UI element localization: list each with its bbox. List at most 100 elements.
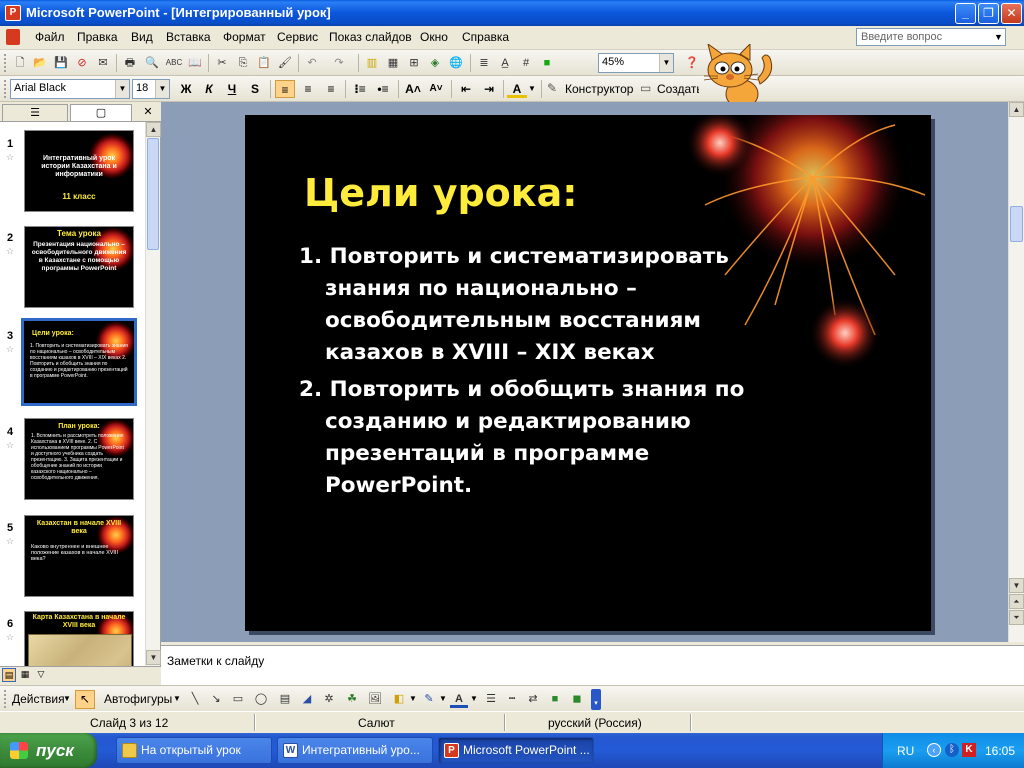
oval-icon[interactable]: ◯ — [252, 690, 270, 708]
undo-icon[interactable]: ↶ — [303, 54, 321, 72]
toolbar-grip[interactable] — [4, 80, 7, 98]
menu-insert[interactable]: Вставка — [166, 30, 211, 44]
align-left-icon[interactable]: ≡ — [275, 80, 295, 98]
toolbar-options-icon[interactable]: ▾ — [591, 689, 601, 710]
grid-icon[interactable]: # — [517, 54, 535, 72]
open-icon[interactable]: 📂 — [31, 54, 49, 72]
show-formatting-icon[interactable]: A̲ — [496, 54, 514, 72]
task-folder[interactable]: На открытый урок — [116, 737, 272, 764]
zoom-combo[interactable]: 45% ▼ — [598, 53, 674, 73]
actions-menu[interactable]: Действия — [12, 692, 65, 706]
slide-thumbnail-2[interactable]: Тема урока Презентация национально – осв… — [24, 226, 134, 308]
slide-title[interactable]: Цели урока: — [304, 171, 577, 215]
ask-dropdown-arrow[interactable]: ▼ — [992, 29, 1005, 45]
scroll-up-icon[interactable]: ▲ — [1009, 102, 1024, 117]
line-icon[interactable]: ╲ — [186, 690, 204, 708]
slide-bullet-2[interactable]: 2. Повторить и обобщить знания по создан… — [299, 374, 859, 502]
bullets-icon[interactable]: •≡ — [373, 80, 393, 98]
scroll-thumb[interactable] — [1010, 206, 1023, 242]
scroll-down-icon[interactable]: ▼ — [1009, 578, 1024, 593]
clock[interactable]: 16:05 — [985, 744, 1015, 758]
menu-edit[interactable]: Правка — [77, 30, 118, 44]
bold-button[interactable]: Ж — [176, 80, 196, 98]
chevron-down-icon[interactable]: ▼ — [115, 80, 129, 98]
font-combo[interactable]: Arial Black ▼ — [10, 79, 130, 99]
menu-help[interactable]: Справка — [462, 30, 509, 44]
chevron-down-icon[interactable]: ▼ — [659, 54, 673, 72]
font-color-icon[interactable]: A — [450, 690, 468, 708]
notes-pane[interactable]: Заметки к слайду — [161, 645, 1024, 685]
spelling-icon[interactable]: ABC — [165, 54, 183, 72]
tables-borders-icon[interactable]: ⊞ — [405, 54, 423, 72]
chevron-down-icon[interactable]: ▼ — [528, 84, 536, 93]
permission-icon[interactable]: ⊘ — [73, 54, 91, 72]
dash-style-icon[interactable]: ┅ — [503, 690, 521, 708]
restore-button[interactable]: ❐ — [978, 3, 999, 24]
shadow-button[interactable]: S — [245, 80, 265, 98]
align-right-icon[interactable]: ≡ — [321, 80, 341, 98]
fill-color-icon[interactable]: ◧ — [390, 690, 408, 708]
menu-window[interactable]: Окно — [420, 30, 448, 44]
next-slide-icon[interactable]: ⏷ — [1009, 610, 1024, 625]
print-preview-icon[interactable]: 🔍 — [143, 54, 161, 72]
email-icon[interactable]: ✉ — [94, 54, 112, 72]
menu-tools[interactable]: Сервис — [277, 30, 318, 44]
toolbar-grip[interactable] — [4, 54, 7, 72]
format-painter-icon[interactable]: 🖌 — [276, 54, 294, 72]
slide-thumbnail-1[interactable]: Интегративный урок истории Казахстана и … — [24, 130, 134, 212]
wordart-icon[interactable]: ◢ — [298, 690, 316, 708]
line-color-icon[interactable]: ✎ — [420, 690, 438, 708]
new-slide-button[interactable]: Создать слайд — [657, 82, 699, 96]
previous-slide-icon[interactable]: ⏶ — [1009, 594, 1024, 609]
increase-indent-icon[interactable]: ⇥ — [479, 80, 499, 98]
new-icon[interactable]: 🗋 — [11, 54, 29, 72]
close-button[interactable]: ✕ — [1001, 3, 1022, 24]
color-grayscale-icon[interactable]: ■ — [538, 54, 556, 72]
3d-style-icon[interactable]: ◼ — [568, 690, 586, 708]
tab-slides[interactable]: ▢ — [70, 104, 132, 121]
chevron-down-icon[interactable]: ▼ — [439, 694, 447, 703]
slide-bullet-1[interactable]: 1. Повторить и систематизировать знания … — [299, 241, 859, 369]
research-icon[interactable]: 📖 — [186, 54, 204, 72]
table-icon[interactable]: ▦ — [384, 54, 402, 72]
task-word[interactable]: W Интегративный уро... — [277, 737, 433, 764]
clipart-icon[interactable]: ☘ — [343, 690, 361, 708]
ask-question-input[interactable]: Введите вопрос — [856, 28, 1006, 46]
rectangle-icon[interactable]: ▭ — [229, 690, 247, 708]
align-center-icon[interactable]: ≡ — [298, 80, 318, 98]
save-icon[interactable]: 💾 — [52, 54, 70, 72]
slide-thumbnail-5[interactable]: Казахстан в начале XVIII века Каково вну… — [24, 515, 134, 597]
slideshow-icon[interactable]: ▽ — [34, 668, 48, 682]
select-pointer-icon[interactable]: ↖ — [75, 690, 95, 709]
underline-button[interactable]: Ч — [222, 80, 242, 98]
expand-all-icon[interactable]: ≣ — [475, 54, 493, 72]
paste-icon[interactable]: 📋 — [255, 54, 273, 72]
increase-font-icon[interactable]: A˄ — [403, 80, 423, 98]
normal-view-icon[interactable]: ▤ — [2, 668, 16, 682]
slide-thumbnail-4[interactable]: План урока: 1. Вспомнить и рассмотреть п… — [24, 418, 134, 500]
menu-file[interactable]: Файл — [35, 30, 65, 44]
numbering-icon[interactable]: ⁝≡ — [350, 80, 370, 98]
slide-thumbnail-3[interactable]: Цели урока: 1. Повторить и систематизиро… — [21, 318, 137, 406]
diagram-icon[interactable]: ✲ — [320, 690, 338, 708]
chevron-down-icon[interactable]: ▼ — [470, 694, 478, 703]
hyperlink-icon[interactable]: 🌐 — [447, 54, 465, 72]
bluetooth-icon[interactable]: ᛒ — [945, 743, 959, 757]
textbox-icon[interactable]: ▤ — [276, 690, 294, 708]
minimize-button[interactable]: _ — [955, 3, 976, 24]
scroll-down-icon[interactable]: ▼ — [146, 650, 161, 665]
arrow-left-icon[interactable]: ‹ — [927, 743, 941, 757]
menu-format[interactable]: Формат — [223, 30, 266, 44]
menu-slideshow[interactable]: Показ слайдов — [329, 30, 412, 44]
toolbar-grip[interactable] — [4, 690, 7, 708]
chevron-down-icon[interactable]: ▼ — [155, 80, 169, 98]
language-indicator[interactable]: RU — [897, 744, 914, 758]
insert-diagram-icon[interactable]: ◈ — [426, 54, 444, 72]
chevron-down-icon[interactable]: ▼ — [63, 694, 71, 703]
arrow-style-icon[interactable]: ⇄ — [524, 690, 542, 708]
decrease-font-icon[interactable]: A˅ — [426, 80, 446, 98]
slide-scrollbar[interactable]: ▲ ▼ ⏶ ⏷ — [1008, 102, 1024, 642]
line-style-icon[interactable]: ☰ — [482, 690, 500, 708]
task-powerpoint[interactable]: P Microsoft PowerPoint ... — [438, 737, 594, 764]
scroll-up-icon[interactable]: ▲ — [146, 122, 161, 137]
